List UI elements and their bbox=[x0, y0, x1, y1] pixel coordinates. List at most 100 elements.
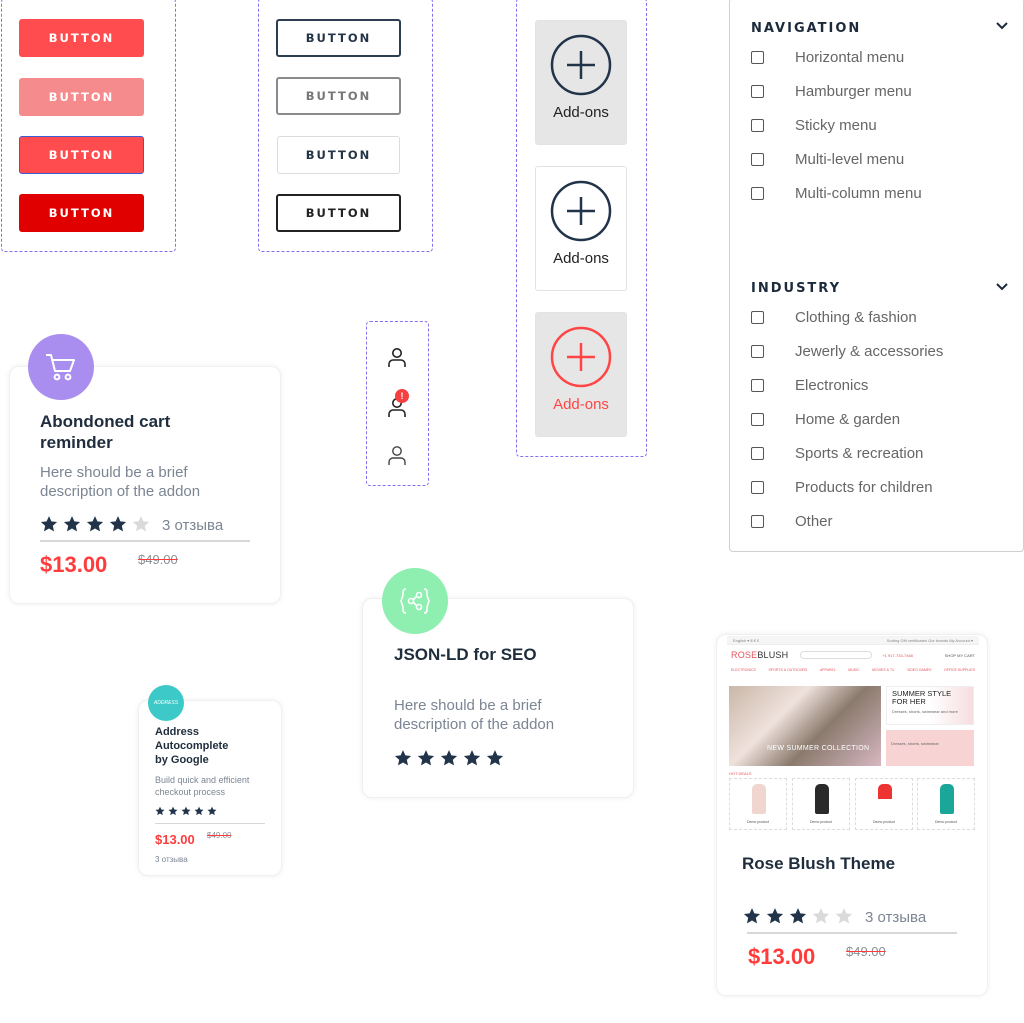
outline-button-hover[interactable]: BUTTON bbox=[277, 136, 400, 174]
checkbox[interactable] bbox=[751, 480, 764, 494]
price: $13.00 bbox=[748, 944, 816, 969]
card-desc-line: Here should be a brief bbox=[40, 464, 188, 481]
checkbox[interactable] bbox=[751, 50, 764, 64]
theme-preview-image[interactable]: English ▾ $ € £ Sorting Gift certificate… bbox=[727, 636, 979, 831]
filter-option[interactable]: Multi-column menu bbox=[751, 183, 922, 203]
star-filled-icon bbox=[207, 806, 217, 816]
user-icon[interactable] bbox=[386, 346, 408, 368]
preview-phone: +1 917-733-7468 bbox=[882, 652, 913, 658]
checkbox[interactable] bbox=[751, 514, 764, 528]
addon-tile-label: Add-ons bbox=[553, 396, 609, 413]
card-description: Build quick and efficient checkout proce… bbox=[155, 774, 249, 798]
card-desc-line: Here should be a brief bbox=[394, 697, 542, 714]
preview-side-banner: SUMMER STYLE FOR HER Dresses, shorts, swi… bbox=[886, 686, 974, 725]
primary-button[interactable]: BUTTON bbox=[19, 19, 144, 57]
primary-button-disabled[interactable]: BUTTON bbox=[19, 78, 144, 116]
card-divider bbox=[40, 540, 250, 542]
preview-logo-a: ROSE bbox=[731, 650, 758, 660]
filter-option[interactable]: Sports & recreation bbox=[751, 443, 923, 463]
star-empty-icon bbox=[132, 516, 150, 532]
code-share-icon bbox=[400, 588, 430, 614]
outline-button-pressed[interactable]: BUTTON bbox=[276, 194, 401, 232]
filter-option[interactable]: Other bbox=[751, 511, 833, 531]
checkbox[interactable] bbox=[751, 186, 764, 200]
preview-product: Demo product bbox=[792, 778, 850, 830]
checkbox[interactable] bbox=[751, 412, 764, 426]
chevron-down-icon[interactable] bbox=[995, 21, 1009, 31]
addon-tile-active[interactable]: Add-ons bbox=[535, 312, 627, 437]
preview-logo-b: BLUSH bbox=[757, 650, 789, 660]
preview-nav-item: APPAREL bbox=[819, 668, 836, 672]
preview-topbar-left: English ▾ $ € £ bbox=[733, 637, 760, 643]
filter-option[interactable]: Sticky menu bbox=[751, 115, 877, 135]
card-desc-line: checkout process bbox=[155, 787, 226, 797]
filter-option[interactable]: Electronics bbox=[751, 375, 868, 395]
outline-button-disabled[interactable]: BUTTON bbox=[276, 77, 401, 115]
addon-tile-label: Add-ons bbox=[553, 104, 609, 121]
old-price: $49.00 bbox=[207, 831, 232, 840]
old-price: $49.00 bbox=[138, 552, 178, 567]
checkbox[interactable] bbox=[751, 152, 764, 166]
filter-option[interactable]: Clothing & fashion bbox=[751, 307, 917, 327]
filter-option-label: Jewerly & accessories bbox=[795, 342, 944, 360]
filter-option[interactable]: Hamburger menu bbox=[751, 81, 912, 101]
review-count[interactable]: 3 отзыва bbox=[162, 517, 223, 534]
preview-logo: ROSEBLUSH bbox=[731, 650, 788, 660]
star-filled-icon bbox=[168, 806, 178, 816]
plus-circle-icon bbox=[550, 34, 612, 96]
primary-button-pressed[interactable]: BUTTON bbox=[19, 194, 144, 232]
review-count[interactable]: 3 отзыва bbox=[865, 909, 926, 926]
preview-nav-item: MUSIC bbox=[848, 668, 860, 672]
preview-header: ROSEBLUSH +1 917-733-7468 SHOP MY CART bbox=[727, 645, 979, 665]
primary-button-focused[interactable]: BUTTON bbox=[19, 136, 144, 174]
star-filled-icon bbox=[40, 516, 58, 532]
card-desc-line: description of the addon bbox=[394, 716, 555, 733]
checkbox[interactable] bbox=[751, 344, 764, 358]
star-filled-icon bbox=[86, 516, 104, 532]
addon-icon-badge bbox=[28, 334, 94, 400]
preview-hot-label: HOT DEALS bbox=[729, 771, 752, 776]
filter-option[interactable]: Home & garden bbox=[751, 409, 900, 429]
review-count[interactable]: 3 отзыва bbox=[155, 855, 188, 864]
filter-option-label: Electronics bbox=[795, 376, 869, 394]
rating-stars bbox=[155, 806, 220, 816]
preview-cart: SHOP MY CART bbox=[944, 652, 975, 658]
checkbox[interactable] bbox=[751, 84, 764, 98]
preview-topbar: English ▾ $ € £ Sorting Gift certificate… bbox=[727, 636, 979, 645]
card-description: Here should be a brief description of th… bbox=[40, 463, 200, 501]
addon-icon-badge: ADDRESS bbox=[148, 685, 184, 721]
preview-product: Demo product bbox=[917, 778, 975, 830]
star-empty-icon bbox=[835, 908, 853, 924]
card-description: Here should be a brief description of th… bbox=[394, 696, 554, 734]
filter-option-label: Sticky menu bbox=[795, 116, 877, 134]
filter-option[interactable]: Jewerly & accessories bbox=[751, 341, 943, 361]
filter-option[interactable]: Horizontal menu bbox=[751, 47, 904, 67]
star-filled-icon bbox=[181, 806, 191, 816]
checkbox[interactable] bbox=[751, 446, 764, 460]
addon-tile-hover[interactable]: Add-ons bbox=[535, 20, 627, 145]
addon-tile-default[interactable]: Add-ons bbox=[535, 166, 627, 291]
checkbox[interactable] bbox=[751, 118, 764, 132]
outline-button[interactable]: BUTTON bbox=[276, 19, 401, 57]
preview-topbar-right: Sorting Gift certificates Our brands My … bbox=[886, 637, 973, 643]
checkbox[interactable] bbox=[751, 310, 764, 324]
filter-option-label: Horizontal menu bbox=[795, 48, 905, 66]
notification-badge: ! bbox=[395, 389, 409, 403]
star-filled-icon bbox=[766, 908, 784, 924]
star-filled-icon bbox=[417, 750, 435, 766]
user-icon[interactable] bbox=[386, 444, 408, 466]
preview-nav-item: SPORTS & OUTDOORS bbox=[768, 668, 808, 672]
filter-option-label: Other bbox=[795, 512, 833, 530]
star-filled-icon bbox=[486, 750, 504, 766]
filter-option[interactable]: Products for children bbox=[751, 477, 933, 497]
preview-search bbox=[800, 651, 873, 659]
filter-option-label: Multi-level menu bbox=[795, 150, 905, 168]
checkbox[interactable] bbox=[751, 378, 764, 392]
filter-panel: NAVIGATION Horizontal menu Hamburger men… bbox=[729, 0, 1024, 552]
card-title-line: Address bbox=[155, 726, 200, 738]
filter-option[interactable]: Multi-level menu bbox=[751, 149, 904, 169]
preview-side-sub: Dresses, shorts, swimwear and more bbox=[892, 709, 958, 714]
star-filled-icon bbox=[63, 516, 81, 532]
chevron-down-icon[interactable] bbox=[995, 282, 1009, 292]
old-price: $49.00 bbox=[846, 944, 886, 959]
